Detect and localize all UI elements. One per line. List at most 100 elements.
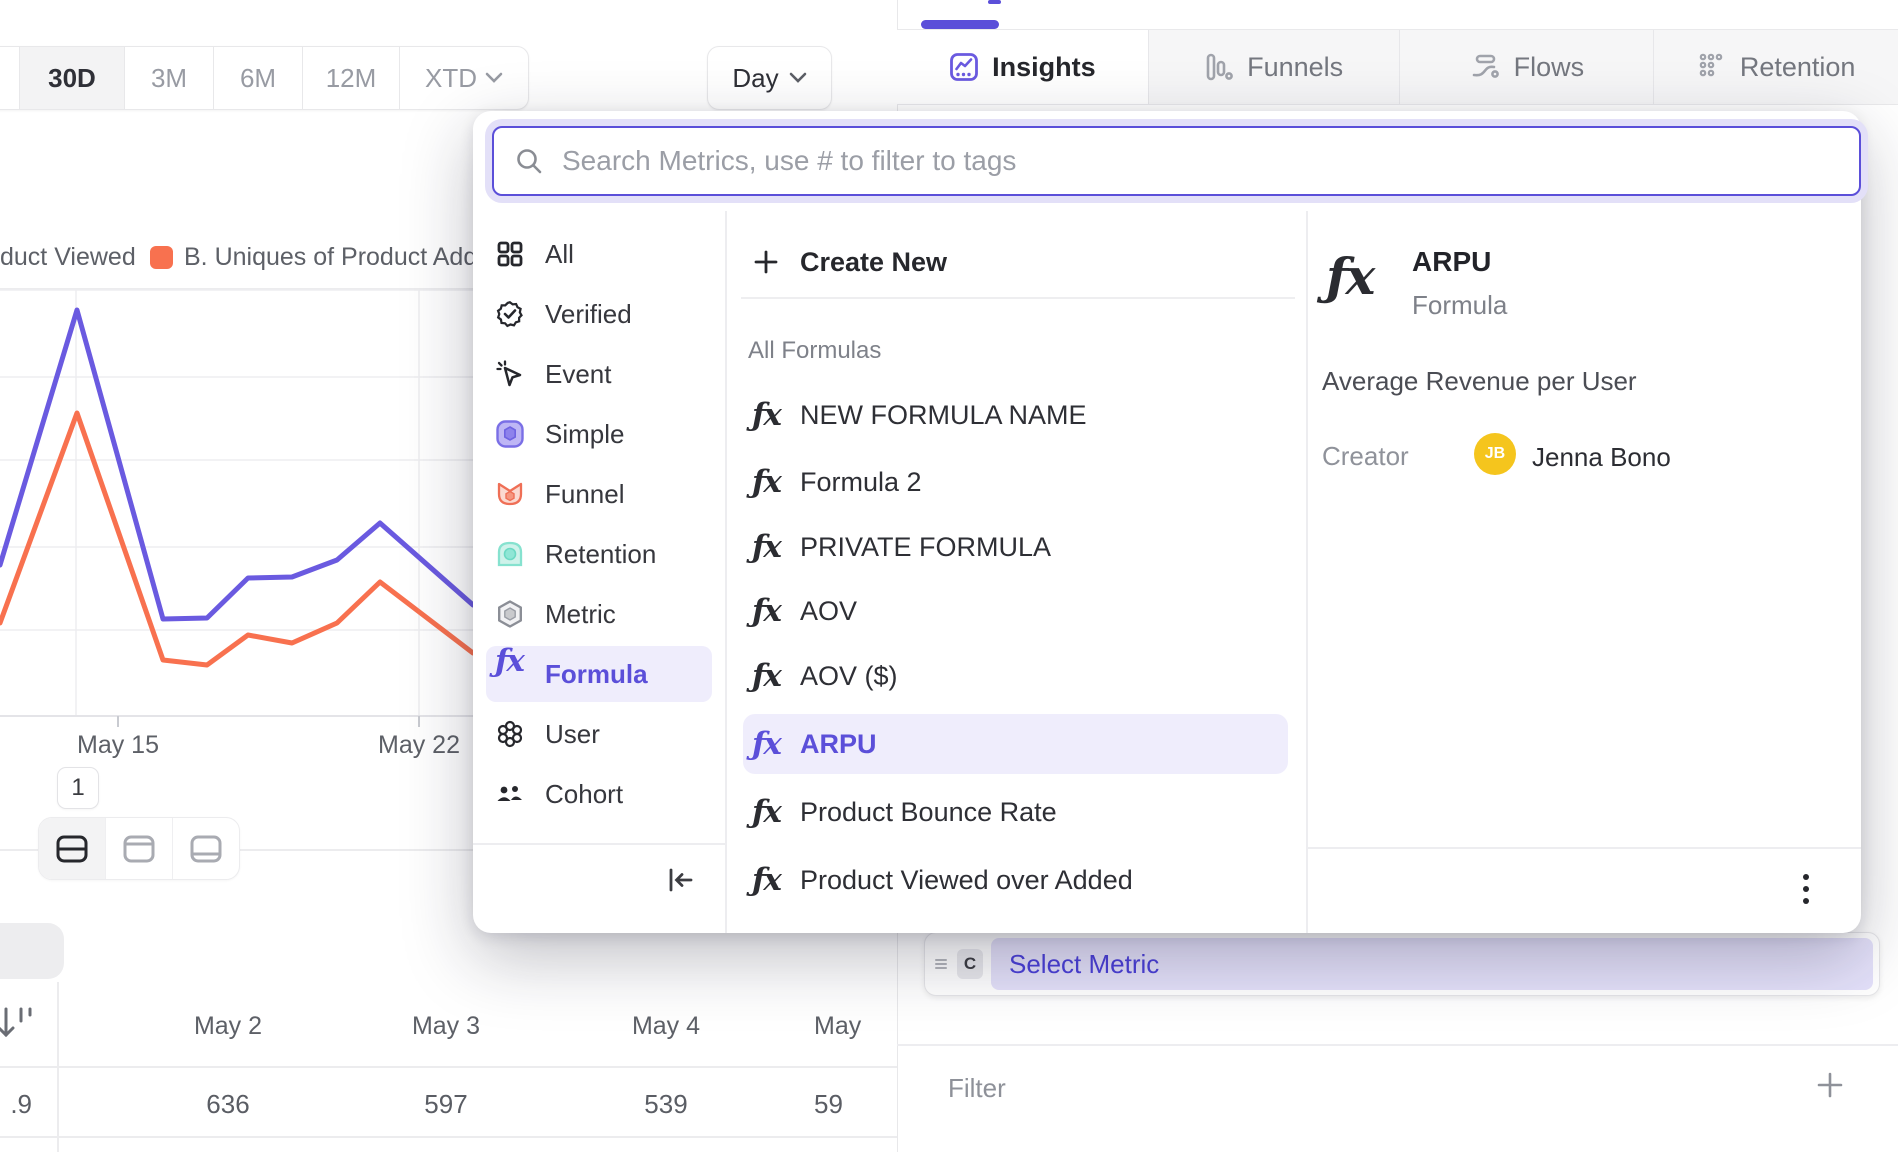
table-header-may2[interactable]: May 2 <box>158 1012 298 1041</box>
formula-item[interactable]: ƒx Formula 2 <box>752 452 780 512</box>
granularity-label: Day <box>732 63 778 94</box>
tab-flows-label: Flows <box>1514 52 1585 83</box>
layout-top-bar-button[interactable] <box>106 818 173 879</box>
detail-footer-divider <box>1306 847 1861 849</box>
fx-icon: ƒx <box>752 397 780 433</box>
sidebar-item-event[interactable]: Event <box>473 345 725 403</box>
fx-icon: ƒx <box>752 658 780 694</box>
add-filter-button[interactable] <box>1815 1070 1845 1100</box>
detail-title: ARPU <box>1412 246 1491 278</box>
series-b-line[interactable] <box>0 413 473 665</box>
x-axis-label-may22: May 22 <box>369 731 469 760</box>
formula-item[interactable]: ƒx PRIVATE FORMULA <box>752 517 780 577</box>
metric-picker-modal: Search Metrics, use # to filter to tags … <box>473 111 1861 933</box>
table-cell-may3: 597 <box>376 1089 516 1120</box>
table-header-may-clipped[interactable]: May <box>814 1012 897 1041</box>
table-corner-pill <box>0 923 64 979</box>
sidebar-item-retention[interactable]: Retention <box>473 525 725 583</box>
sidebar-item-user[interactable]: User <box>473 705 725 763</box>
formula-item[interactable]: ƒx Product Viewed over Added <box>752 850 780 910</box>
time-range-6m-button[interactable]: 6M <box>214 47 303 109</box>
grid-icon <box>495 239 525 269</box>
creator-avatar: JB <box>1474 433 1516 475</box>
create-new-divider <box>741 297 1295 299</box>
report-type-tabbar: Insights Funnels Flows <box>897 29 1898 105</box>
detail-type-label: Formula <box>1412 290 1507 321</box>
list-column-divider <box>1306 211 1308 933</box>
formula-section-label: All Formulas <box>748 337 881 365</box>
select-metric-label: Select Metric <box>1009 949 1159 980</box>
sidebar-item-simple[interactable]: Simple <box>473 405 725 463</box>
sidebar-item-cohort[interactable]: Cohort <box>473 765 725 823</box>
formula-item[interactable]: ƒx Product Bounce Rate <box>752 782 780 842</box>
drag-handle-icon[interactable] <box>933 956 949 972</box>
chevron-down-icon <box>485 72 503 84</box>
sort-descending-icon[interactable] <box>0 1005 32 1043</box>
page-number-badge[interactable]: 1 <box>57 767 99 809</box>
tab-funnels[interactable]: Funnels <box>1148 30 1399 104</box>
sidebar-item-funnel[interactable]: Funnel <box>473 465 725 523</box>
table-header-may4[interactable]: May 4 <box>596 1012 736 1041</box>
sidebar-item-formula[interactable]: ƒx Formula <box>473 645 725 703</box>
active-tab-indicator <box>921 20 999 29</box>
formula-item-arpu-selected[interactable]: ƒx ARPU <box>752 714 780 774</box>
collapse-sidebar-icon[interactable] <box>663 863 697 897</box>
top-nav-accent-mark <box>988 0 1001 4</box>
plus-icon <box>752 248 780 276</box>
layout-switcher-group <box>38 817 240 880</box>
tab-flows[interactable]: Flows <box>1399 30 1654 104</box>
table-cell-first-clipped: .9 <box>0 1089 32 1120</box>
flows-icon <box>1469 52 1501 82</box>
granularity-day-button[interactable]: Day <box>707 46 832 110</box>
series-a-line[interactable] <box>0 310 473 619</box>
metric-search-field[interactable]: Search Metrics, use # to filter to tags <box>492 126 1861 196</box>
time-range-xtd-button[interactable]: XTD <box>400 47 528 109</box>
layout-split-horizontal-button[interactable] <box>39 818 106 879</box>
sidebar-item-metric[interactable]: Metric <box>473 585 725 643</box>
xtd-label: XTD <box>425 63 477 94</box>
app-screen: 30D 3M 6M 12M XTD Day duct Viewed B. Uni… <box>0 0 1898 1152</box>
sidebar-item-all[interactable]: All <box>473 225 725 283</box>
formula-item[interactable]: ƒx AOV ($) <box>752 646 780 706</box>
split-top-icon <box>122 834 156 864</box>
table-cell-may4: 539 <box>596 1089 736 1120</box>
legend-series-b-label[interactable]: B. Uniques of Product Add <box>184 243 477 272</box>
event-cursor-icon <box>495 359 525 389</box>
chart-x-ticks <box>118 716 419 727</box>
line-chart[interactable] <box>0 280 473 745</box>
fx-icon: ƒx <box>752 862 780 898</box>
time-range-30d-button[interactable]: 30D <box>20 47 125 109</box>
chevron-down-icon <box>789 72 807 84</box>
legend-series-b-swatch <box>150 246 173 269</box>
select-metric-button[interactable]: Select Metric <box>991 938 1873 990</box>
insights-icon <box>949 52 979 82</box>
time-range-3m-button[interactable]: 3M <box>125 47 214 109</box>
more-options-kebab-icon[interactable] <box>1795 867 1817 911</box>
table-row-divider <box>0 1136 897 1138</box>
fx-icon: ƒx <box>752 464 780 500</box>
create-new-button[interactable]: Create New <box>752 232 780 292</box>
layout-bottom-bar-button[interactable] <box>173 818 239 879</box>
formula-item[interactable]: ƒx NEW FORMULA NAME <box>752 385 780 445</box>
funnels-icon <box>1204 52 1234 82</box>
table-cell-may2: 636 <box>158 1089 298 1120</box>
formula-item[interactable]: ƒx AOV <box>752 581 780 641</box>
search-placeholder: Search Metrics, use # to filter to tags <box>562 145 1016 177</box>
filter-section-label: Filter <box>948 1073 1006 1104</box>
legend-series-a-label[interactable]: duct Viewed <box>0 243 136 272</box>
fx-icon: ƒx <box>752 593 780 629</box>
time-range-clipped-button[interactable] <box>0 47 20 109</box>
metric-position-badge: C <box>957 949 983 979</box>
user-cluster-icon <box>495 719 525 749</box>
chart-gridlines <box>0 290 473 716</box>
time-range-12m-button[interactable]: 12M <box>303 47 400 109</box>
table-header-divider <box>0 1066 897 1068</box>
table-header-may3[interactable]: May 3 <box>376 1012 516 1041</box>
sidebar-item-verified[interactable]: Verified <box>473 285 725 343</box>
cohort-people-icon <box>495 779 525 809</box>
table-cell-may-clipped: 59 <box>814 1089 897 1120</box>
creator-initials: JB <box>1485 445 1505 463</box>
tab-retention[interactable]: Retention <box>1653 30 1898 104</box>
tab-insights[interactable]: Insights <box>897 30 1148 104</box>
funnel-metric-icon <box>495 479 525 509</box>
